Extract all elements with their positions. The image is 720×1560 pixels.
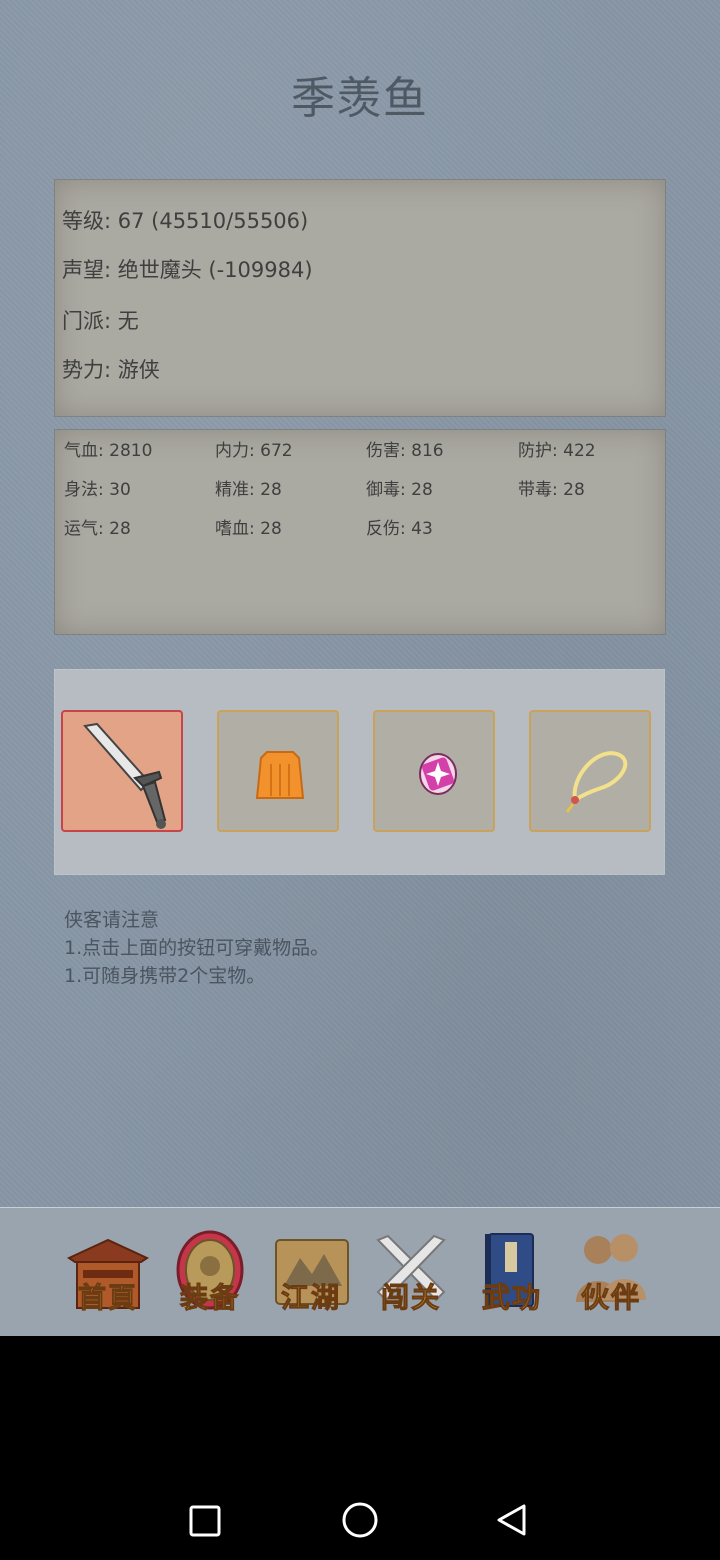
notice-line-1: 1.点击上面的按钮可穿戴物品。 xyxy=(64,937,330,959)
stat-defense: 防护: 422 xyxy=(518,441,596,461)
stat-accuracy: 精准: 28 xyxy=(215,480,282,500)
necklace-icon xyxy=(565,751,628,813)
nav-jianghu[interactable]: 江湖 xyxy=(266,1226,356,1318)
equip-slot-gem[interactable] xyxy=(373,710,495,832)
level-text: 等级: 67 (45510/55506) xyxy=(62,209,309,233)
gem-icon xyxy=(419,753,457,795)
recent-apps-button[interactable] xyxy=(188,1504,222,1538)
notice-heading: 侠客请注意 xyxy=(64,909,160,931)
nav-home[interactable]: 首頁 xyxy=(63,1226,153,1318)
stat-hp: 气血: 2810 xyxy=(64,441,153,461)
stat-lifesteal: 嗜血: 28 xyxy=(215,519,282,539)
reputation-text: 声望: 绝世魔头 (-109984) xyxy=(62,258,313,282)
equipment-panel xyxy=(55,670,664,874)
armor-icon xyxy=(255,751,305,799)
nav-equipment[interactable]: 装备 xyxy=(165,1226,255,1318)
nav-partners-label: 伙伴 xyxy=(580,1281,641,1315)
stat-poison-resist: 御毒: 28 xyxy=(366,480,433,500)
system-navigation-bar xyxy=(0,1480,720,1560)
notice: 侠客请注意 1.点击上面的按钮可穿戴物品。 1.可随身携带2个宝物。 xyxy=(64,906,329,990)
faction-text: 势力: 游侠 xyxy=(62,358,160,382)
nav-partners[interactable]: 伙伴 xyxy=(566,1226,656,1318)
notice-line-2: 1.可随身携带2个宝物。 xyxy=(64,965,266,987)
sect-text: 门派: 无 xyxy=(62,309,139,333)
stat-inner-power: 内力: 672 xyxy=(215,441,293,461)
character-name: 季羡鱼 xyxy=(291,73,429,124)
back-button[interactable] xyxy=(494,1502,530,1538)
equip-slot-weapon[interactable] xyxy=(61,710,183,832)
stats-panel: 气血: 2810 内力: 672 伤害: 816 防护: 422 身法: 30 … xyxy=(55,430,665,634)
game-screen: 季羡鱼 等级: 67 (45510/55506) 声望: 绝世魔头 (-1099… xyxy=(0,0,720,1336)
nav-jianghu-label: 江湖 xyxy=(280,1281,341,1315)
nav-martial-arts-label: 武功 xyxy=(481,1281,542,1315)
stat-reflect: 反伤: 43 xyxy=(366,519,433,539)
stat-poison: 带毒: 28 xyxy=(518,480,585,500)
sword-icon xyxy=(83,722,167,829)
stat-agility: 身法: 30 xyxy=(64,480,131,500)
nav-equipment-label: 装备 xyxy=(179,1281,240,1315)
nav-challenge-label: 闯关 xyxy=(380,1281,441,1315)
bottom-nav: 首頁 装备 江湖 闯关 武功 伙伴 xyxy=(0,1207,720,1336)
stat-damage: 伤害: 816 xyxy=(366,441,444,461)
equip-slot-accessory[interactable] xyxy=(529,710,651,832)
stat-luck: 运气: 28 xyxy=(64,519,131,539)
equip-slot-armor[interactable] xyxy=(217,710,339,832)
nav-home-label: 首頁 xyxy=(77,1281,138,1315)
character-info-panel: 等级: 67 (45510/55506) 声望: 绝世魔头 (-109984) … xyxy=(55,180,665,416)
home-button[interactable] xyxy=(341,1501,379,1539)
nav-martial-arts[interactable]: 武功 xyxy=(467,1226,557,1318)
nav-challenge[interactable]: 闯关 xyxy=(366,1226,456,1318)
